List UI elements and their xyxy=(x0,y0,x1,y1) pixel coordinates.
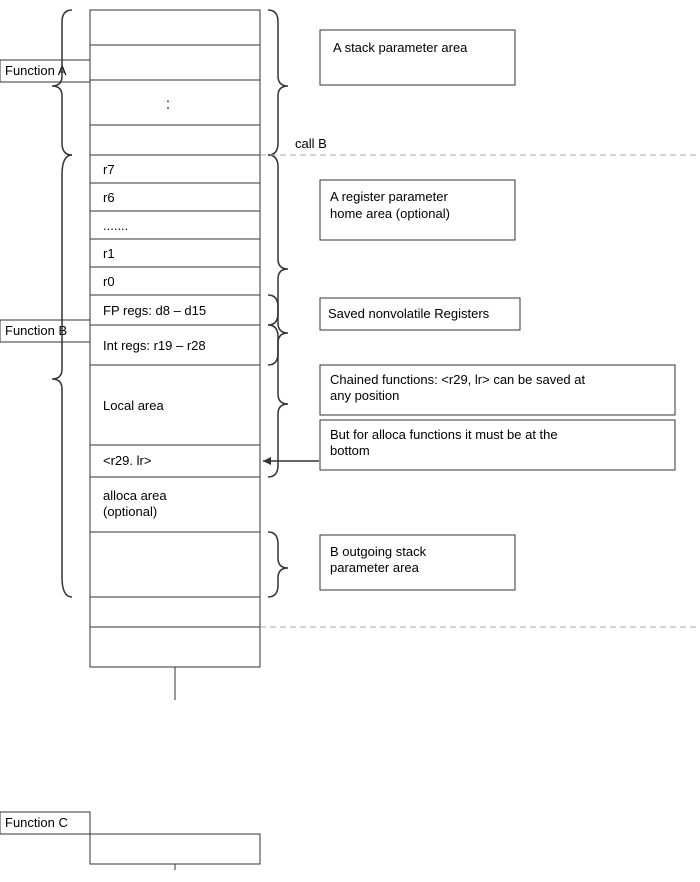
svg-text:Chained functions: <r29, lr> c: Chained functions: <r29, lr> can be save… xyxy=(330,372,585,387)
svg-text:A stack parameter area: A stack parameter area xyxy=(333,40,468,55)
svg-text:any position: any position xyxy=(330,388,399,403)
svg-text:Saved nonvolatile Registers: Saved nonvolatile Registers xyxy=(328,306,490,321)
svg-text:alloca area: alloca area xyxy=(103,488,167,503)
svg-text:Function B: Function B xyxy=(5,323,67,338)
svg-text:Function A: Function A xyxy=(5,63,67,78)
svg-text::: : xyxy=(166,96,170,113)
svg-text:Int regs: r19 – r28: Int regs: r19 – r28 xyxy=(103,338,206,353)
svg-text:Local area: Local area xyxy=(103,398,164,413)
svg-text:bottom: bottom xyxy=(330,443,370,458)
svg-text:A register parameter: A register parameter xyxy=(330,189,448,204)
svg-text:r6: r6 xyxy=(103,190,115,205)
svg-text:r1: r1 xyxy=(103,246,115,261)
svg-text:FP regs: d8 – d15: FP regs: d8 – d15 xyxy=(103,303,206,318)
svg-text:But for alloca functions it mu: But for alloca functions it must be at t… xyxy=(330,427,558,442)
svg-text:B outgoing stack: B outgoing stack xyxy=(330,544,427,559)
svg-text:Function C: Function C xyxy=(5,815,68,830)
svg-text:parameter area: parameter area xyxy=(330,560,420,575)
diagram-container: Function A Function B Function C xyxy=(0,0,700,882)
svg-text:(optional): (optional) xyxy=(103,504,157,519)
svg-text:home area (optional): home area (optional) xyxy=(330,206,450,221)
svg-text:call B: call B xyxy=(295,136,327,151)
svg-text:r0: r0 xyxy=(103,274,115,289)
svg-text:r7: r7 xyxy=(103,162,115,177)
svg-text:<r29. lr>: <r29. lr> xyxy=(103,453,151,468)
svg-text:.......: ....... xyxy=(103,218,128,233)
